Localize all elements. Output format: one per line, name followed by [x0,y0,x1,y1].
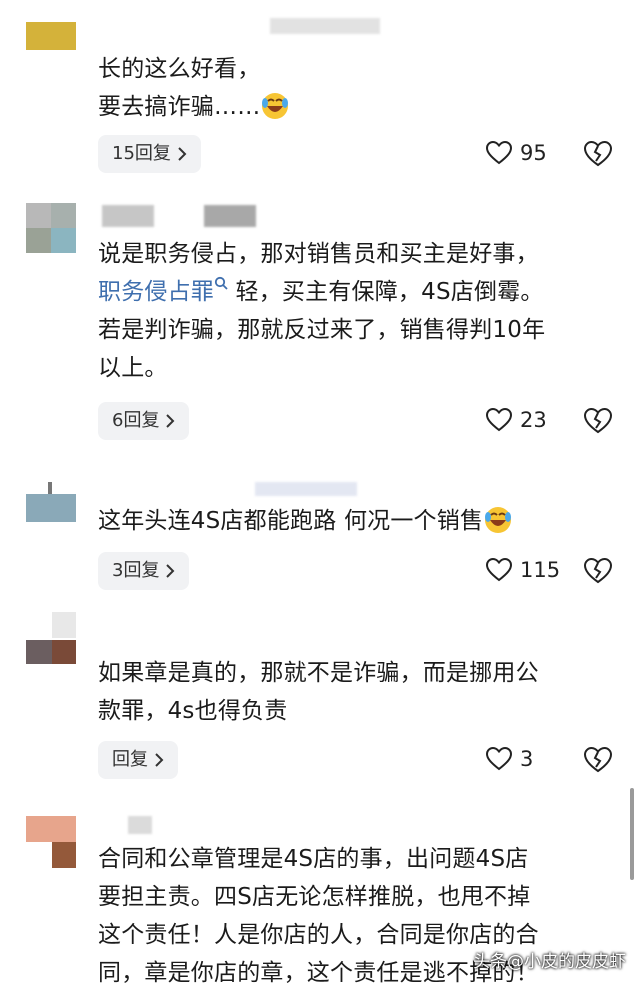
reply-count-button[interactable]: 15回复 [98,135,201,173]
reply-count-label: 15回复 [112,143,171,164]
broken-heart-icon[interactable] [584,558,612,584]
comment-line: 这年头连4S店都能跑路 何况一个销售 [98,502,618,540]
search-icon[interactable] [214,276,228,290]
broken-heart-icon[interactable] [584,747,612,773]
broken-heart-icon[interactable] [584,141,612,167]
comment-1: 长的这么好看， 要去搞诈骗…… 15回复 95 [0,0,640,190]
comment-4: 如果章是真的，那就不是诈骗，而是挪用公 款罪，4s也得负责 回复 3 [0,608,640,798]
avatar[interactable] [26,22,76,50]
comment-3: 这年头连4S店都能跑路 何况一个销售 3回复 115 [0,470,640,600]
comment-line: 长的这么好看， [98,56,261,82]
like-button[interactable]: 95 [486,141,547,165]
watermark: 头条@小皮的皮皮虾 [473,952,626,972]
scrollbar[interactable] [630,788,634,880]
comment-line: 如果章是真的，那就不是诈骗，而是挪用公 [98,660,539,686]
comment-line: 要去搞诈骗…… [98,88,618,126]
comment-line: 以上。 [98,355,168,381]
like-button[interactable]: 3 [486,747,533,771]
laughing-crying-emoji [262,93,289,119]
avatar[interactable] [26,203,76,253]
comment-text: 如果章是真的，那就不是诈骗，而是挪用公 款罪，4s也得负责 [98,654,618,730]
comment-line: 说是职务侵占，那对销售员和买主是好事， [98,241,539,267]
like-button[interactable]: 115 [486,558,560,582]
comment-line: 款罪，4s也得负责 [98,698,288,724]
heart-outline-icon [486,141,512,165]
like-button[interactable]: 23 [486,408,547,432]
chevron-right-icon [155,753,164,767]
reply-count-label: 3回复 [112,560,160,581]
username-blurred[interactable] [128,816,152,834]
broken-heart-icon[interactable] [584,408,612,434]
legal-term-link[interactable]: 职务侵占罪 [98,279,214,305]
heart-outline-icon [486,747,512,771]
like-count: 115 [520,558,561,582]
avatar[interactable] [26,482,76,522]
comment-line: 合同和公章管理是4S店的事，出问题4S店 [98,846,529,872]
comment-text: 这年头连4S店都能跑路 何况一个销售 [98,502,618,540]
chevron-right-icon [166,414,175,428]
username-blurred[interactable] [102,205,154,227]
laughing-crying-emoji [485,507,512,533]
avatar[interactable] [26,612,76,664]
reply-button[interactable]: 回复 [98,741,178,779]
heart-outline-icon [486,558,512,582]
heart-outline-icon [486,408,512,432]
avatar[interactable] [26,816,76,868]
comment-line: 要担主责。四S店无论怎样推脱，也甩不掉 [98,884,531,910]
reply-label: 回复 [112,749,148,770]
comment-2: 说是职务侵占，那对销售员和买主是好事， 职务侵占罪 轻，买主有保障，4S店倒霉。… [0,195,640,445]
chevron-right-icon [166,564,175,578]
username-blurred[interactable] [204,205,256,227]
chevron-right-icon [178,147,187,161]
like-count: 23 [520,408,547,432]
reply-count-button[interactable]: 6回复 [98,402,190,440]
like-count: 95 [520,141,547,165]
username-blurred[interactable] [255,482,357,496]
reply-count-label: 6回复 [112,410,160,431]
comment-text: 说是职务侵占，那对销售员和买主是好事， 职务侵占罪 轻，买主有保障，4S店倒霉。… [98,235,618,387]
comment-line: 若是判诈骗，那就反过来了，销售得判10年 [98,317,546,343]
username-blurred[interactable] [270,18,380,34]
reply-count-button[interactable]: 3回复 [98,552,190,590]
comment-line: 职务侵占罪 轻，买主有保障，4S店倒霉。 [98,273,618,311]
like-count: 3 [520,747,534,771]
comment-text: 长的这么好看， 要去搞诈骗…… [98,50,618,126]
